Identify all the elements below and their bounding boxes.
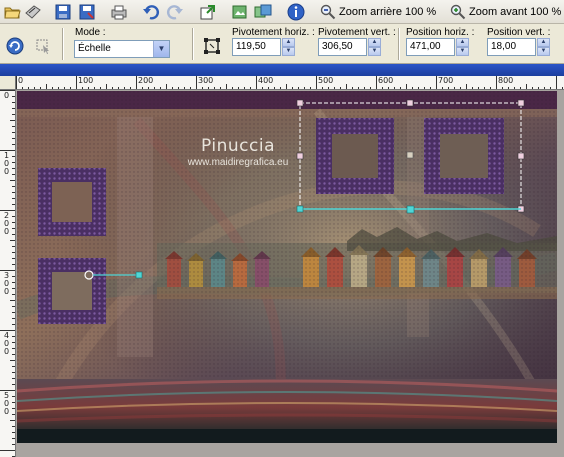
- new-window-icon[interactable]: [199, 3, 217, 21]
- pivot-h-label: Pivotement horiz. :: [232, 27, 315, 38]
- pos-h-spinner[interactable]: ▲ ▼: [456, 38, 469, 56]
- watermark: Pinuccia www.maidiregrafica.eu: [163, 136, 313, 168]
- mode-select[interactable]: Échelle ▼: [74, 40, 170, 58]
- watermark-title: Pinuccia: [201, 136, 275, 156]
- ruler-vertical: 0 100 200 300 400 500: [0, 90, 16, 457]
- pos-v-label: Position vert. :: [487, 27, 551, 38]
- pivot-h-spinner[interactable]: ▲ ▼: [282, 38, 295, 56]
- save-icon[interactable]: [54, 3, 72, 21]
- ruler-label: 200: [3, 211, 10, 236]
- pos-h-label: Position horiz. :: [406, 27, 475, 38]
- mode-label: Mode :: [75, 27, 106, 38]
- ruler-corner: [0, 76, 16, 90]
- gallery-icon[interactable]: [254, 3, 272, 21]
- pivot-v-spinner[interactable]: ▲ ▼: [368, 38, 381, 56]
- separator: [192, 28, 194, 60]
- ruler-label: 500: [3, 391, 10, 416]
- pivot-v-label: Pivotement vert. :: [318, 27, 396, 38]
- ruler-label: 600: [378, 76, 394, 85]
- mode-value: Échelle: [78, 43, 111, 54]
- ruler-label: 100: [3, 151, 10, 176]
- presets-icon[interactable]: [6, 37, 24, 55]
- save-as-icon[interactable]: [78, 3, 96, 21]
- ruler-label: 500: [318, 76, 334, 85]
- undo-icon[interactable]: [142, 3, 160, 21]
- scale-handles-icon[interactable]: [203, 37, 221, 55]
- ruler-label: 700: [438, 76, 454, 85]
- ruler-label: 300: [3, 271, 10, 296]
- document-title-bar: [0, 64, 564, 76]
- ruler-label: 800: [498, 76, 514, 85]
- zoom-in-label: Zoom avant 100 %: [469, 6, 562, 18]
- zoom-out-icon: [320, 4, 336, 20]
- scan-icon[interactable]: [24, 3, 42, 21]
- redo-icon[interactable]: [166, 3, 184, 21]
- zoom-in-button[interactable]: Zoom avant 100 %: [450, 4, 561, 20]
- open-icon[interactable]: [3, 3, 21, 21]
- help-icon[interactable]: [287, 3, 305, 21]
- pick-tool-icon[interactable]: [34, 37, 52, 55]
- zoom-out-button[interactable]: Zoom arrière 100 %: [320, 4, 436, 20]
- pos-v-spinner[interactable]: ▲ ▼: [537, 38, 550, 56]
- ruler-label: 400: [258, 76, 274, 85]
- browse-icon[interactable]: [231, 3, 249, 21]
- pos-h-input[interactable]: 471,00: [406, 38, 455, 56]
- ruler-label: 400: [3, 331, 10, 356]
- watermark-url: www.maidiregrafica.eu: [187, 157, 289, 168]
- image-canvas[interactable]: Pinuccia www.maidiregrafica.eu: [17, 91, 557, 443]
- pivot-v-input[interactable]: 306,50: [318, 38, 367, 56]
- print-icon[interactable]: [110, 3, 128, 21]
- zoom-in-icon: [450, 4, 466, 20]
- ruler-label: 100: [78, 76, 94, 85]
- chevron-down-icon[interactable]: ▼: [153, 41, 169, 57]
- pos-v-input[interactable]: 18,00: [487, 38, 536, 56]
- main-toolbar: Zoom arrière 100 % Zoom avant 100 %: [0, 0, 564, 24]
- ruler-label: 300: [198, 76, 214, 85]
- ruler-label: 0: [18, 76, 24, 85]
- zoom-out-label: Zoom arrière 100 %: [339, 6, 437, 18]
- separator: [62, 28, 64, 60]
- ruler-label: 0: [3, 91, 10, 100]
- ruler-horizontal: 0 100 200 300 400 500 600 700 800: [16, 76, 564, 90]
- ruler-label: 200: [138, 76, 154, 85]
- ruler-ticks: [16, 76, 563, 89]
- separator: [398, 28, 400, 60]
- pivot-h-input[interactable]: 119,50: [232, 38, 281, 56]
